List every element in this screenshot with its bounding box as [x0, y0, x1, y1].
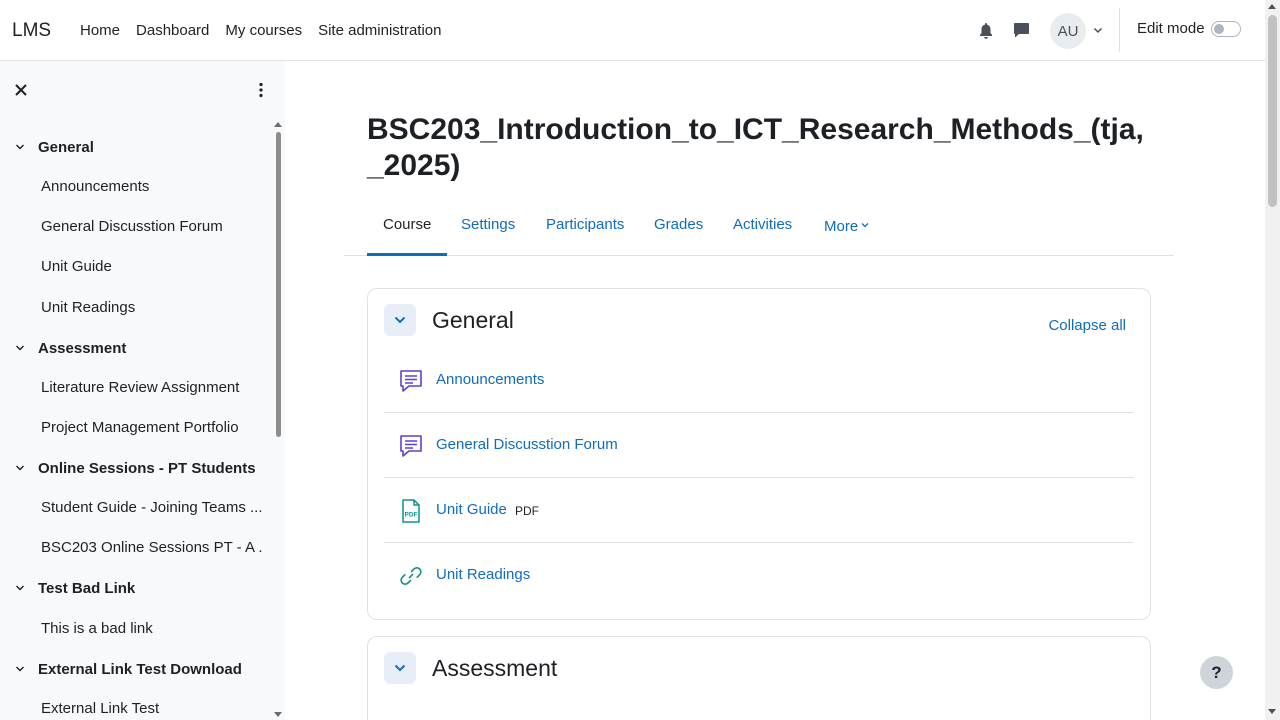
nav-my-courses[interactable]: My courses: [217, 22, 310, 39]
section-collapse-toggle[interactable]: [384, 304, 416, 336]
activity-item: General Discusstion Forum: [384, 413, 1134, 478]
section-title: General: [432, 307, 514, 333]
tab-participants[interactable]: Participants: [530, 204, 640, 256]
scroll-down-icon[interactable]: [1268, 709, 1276, 714]
forum-icon: [398, 433, 424, 459]
section-title: Test Bad Link: [38, 579, 136, 597]
drawer-scroll-down-icon[interactable]: [274, 712, 282, 717]
chevron-down-icon: [861, 204, 869, 228]
course-index-item[interactable]: This is a bad link: [41, 617, 263, 641]
nav-dashboard[interactable]: Dashboard: [128, 22, 217, 39]
chevron-down-icon[interactable]: [14, 342, 26, 354]
course-tabs: Course Settings Participants Grades Acti…: [344, 204, 1174, 256]
course-index-item[interactable]: General Discusstion Forum: [41, 215, 263, 239]
course-index-item[interactable]: BSC203 Online Sessions PT - A ...: [41, 536, 263, 560]
course-index-item[interactable]: Project Management Portfolio: [41, 416, 263, 440]
course-index-options-icon[interactable]: [252, 81, 270, 99]
course-index-item[interactable]: External Link Test: [41, 697, 263, 720]
course-index-section-external-link[interactable]: External Link Test Download: [14, 657, 242, 681]
course-index-drawer: General Announcements General Discusstio…: [0, 61, 285, 720]
section-title: External Link Test Download: [38, 660, 242, 678]
chevron-down-icon[interactable]: [14, 582, 26, 594]
tab-activities[interactable]: Activities: [717, 204, 808, 256]
site-brand[interactable]: LMS: [12, 20, 51, 42]
link-icon: [398, 563, 424, 589]
section-title: General: [38, 138, 94, 156]
section-title: Assessment: [38, 339, 127, 357]
course-index-section-test-bad-link[interactable]: Test Bad Link: [14, 576, 135, 600]
nav-site-administration[interactable]: Site administration: [310, 22, 449, 39]
chevron-down-icon[interactable]: [14, 141, 26, 153]
page-title: BSC203_Introduction_to_ICT_Research_Meth…: [367, 113, 1144, 182]
tab-settings[interactable]: Settings: [445, 204, 531, 256]
tab-course[interactable]: Course: [367, 204, 448, 256]
help-button[interactable]: ?: [1200, 656, 1233, 689]
chevron-down-icon[interactable]: [1092, 23, 1104, 35]
messages-icon[interactable]: [1010, 19, 1032, 41]
edit-mode-label: Edit mode: [1137, 20, 1205, 37]
course-index-section-assessment[interactable]: Assessment: [14, 336, 126, 360]
primary-navigation: Home Dashboard My courses Site administr…: [72, 0, 450, 60]
course-index-item[interactable]: Unit Guide: [41, 255, 263, 279]
notifications-bell-icon[interactable]: [975, 19, 997, 41]
activity-item: Announcements: [384, 348, 1134, 413]
chevron-down-icon[interactable]: [14, 663, 26, 675]
svg-text:PDF: PDF: [405, 512, 418, 519]
nav-home[interactable]: Home: [72, 22, 128, 39]
navbar-divider: [1119, 8, 1120, 52]
chevron-down-icon: [394, 664, 406, 672]
activity-type-badge: PDF: [515, 504, 539, 518]
activity-item: Unit Readings: [384, 543, 1134, 608]
collapse-all-link[interactable]: Collapse all: [1048, 317, 1126, 334]
tab-more[interactable]: More: [808, 204, 885, 256]
course-index-item[interactable]: Unit Readings: [41, 296, 263, 320]
chevron-down-icon: [394, 316, 406, 324]
course-index-item[interactable]: Student Guide - Joining Teams ...: [41, 496, 263, 520]
activity-link[interactable]: General Discusstion Forum: [436, 436, 618, 453]
section-collapse-toggle[interactable]: [384, 652, 416, 684]
section-title: Assessment: [432, 655, 558, 681]
course-index-section-online-sessions[interactable]: Online Sessions - PT Students: [14, 456, 256, 480]
page-scrollbar-thumb[interactable]: [1268, 15, 1277, 207]
top-navbar: LMS Home Dashboard My courses Site admin…: [0, 0, 1265, 61]
edit-mode-toggle[interactable]: [1211, 21, 1241, 37]
scroll-up-icon[interactable]: [1268, 4, 1276, 9]
section-general: General Collapse all Announcements Gener…: [367, 288, 1151, 620]
section-title: Online Sessions - PT Students: [38, 459, 256, 477]
course-index-item[interactable]: Announcements: [41, 175, 263, 199]
tab-more-label: More: [824, 218, 859, 235]
chevron-down-icon[interactable]: [14, 462, 26, 474]
activity-link[interactable]: Announcements: [436, 371, 544, 388]
pdf-icon: PDF: [398, 498, 424, 524]
course-index-item[interactable]: Literature Review Assignment: [41, 376, 263, 400]
tab-grades[interactable]: Grades: [638, 204, 719, 256]
course-index-section-general[interactable]: General: [14, 135, 94, 159]
activity-link[interactable]: Unit Guide: [436, 501, 507, 518]
toggle-knob: [1214, 24, 1224, 34]
section-assessment: Assessment: [367, 636, 1151, 720]
user-avatar[interactable]: AU: [1050, 13, 1086, 49]
activity-link[interactable]: Unit Readings: [436, 566, 530, 583]
activity-item: PDF Unit Guide PDF: [384, 478, 1134, 543]
forum-icon: [398, 368, 424, 394]
drawer-scrollbar[interactable]: [276, 132, 281, 437]
drawer-scroll-up-icon[interactable]: [274, 122, 282, 127]
close-drawer-icon[interactable]: [12, 81, 30, 99]
